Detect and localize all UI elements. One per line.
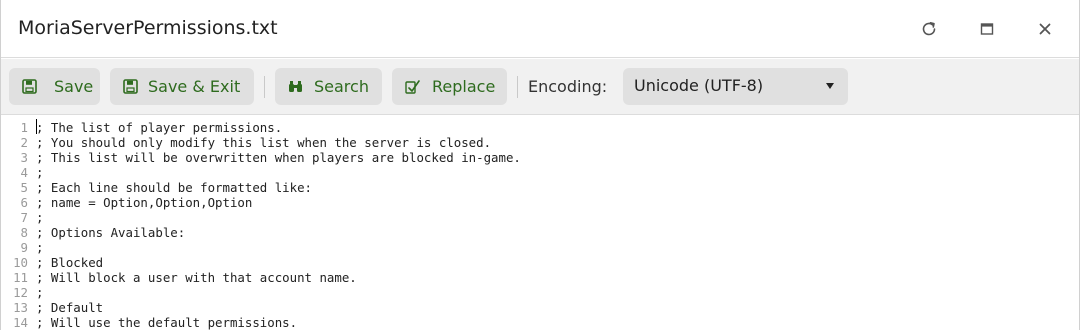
line-text: ; Each line should be formatted like: xyxy=(36,180,313,195)
refresh-button[interactable] xyxy=(917,17,941,41)
editor-line: 5 ; Each line should be formatted like: xyxy=(1,180,1079,195)
line-number: 5 xyxy=(20,180,28,195)
line-number: 7 xyxy=(20,210,28,225)
editor-line: 12; xyxy=(1,285,1079,300)
editor-line: 4; xyxy=(1,165,1079,180)
maximize-icon xyxy=(980,22,994,36)
close-button[interactable] xyxy=(1033,17,1057,41)
replace-icon xyxy=(404,79,420,95)
maximize-button[interactable] xyxy=(975,17,999,41)
replace-button[interactable]: Replace xyxy=(392,68,507,105)
line-number: 9 xyxy=(20,240,28,255)
line-number: 3 xyxy=(20,150,28,165)
save-exit-label: Save & Exit xyxy=(148,77,241,96)
line-text: ; Default xyxy=(36,300,104,315)
editor-line: 13 ; Default xyxy=(1,300,1079,315)
search-button[interactable]: Search xyxy=(275,68,382,105)
editor-line: 1 ; The list of player permissions. xyxy=(1,120,1079,135)
save-icon xyxy=(122,79,138,95)
editor-line: 9; xyxy=(1,240,1079,255)
toolbar-divider xyxy=(517,76,518,98)
line-text: ; xyxy=(36,285,44,300)
refresh-icon xyxy=(920,20,938,38)
encoding-label: Encoding: xyxy=(528,77,608,96)
line-text: ; This list will be overwritten when pla… xyxy=(36,150,521,165)
search-label: Search xyxy=(314,77,369,96)
close-icon xyxy=(1038,22,1052,36)
editor-line: 7; xyxy=(1,210,1079,225)
encoding-value: Unicode (UTF-8) xyxy=(634,76,764,95)
editor-line: 10 ; Blocked xyxy=(1,255,1079,270)
editor-line: 2 ; You should only modify this list when… xyxy=(1,135,1079,150)
toolbar-divider xyxy=(264,76,265,98)
line-text: ; Blocked xyxy=(36,255,104,270)
line-number: 12 xyxy=(13,285,28,300)
editor-line: 11 ; Will block a user with that account … xyxy=(1,270,1079,285)
replace-label: Replace xyxy=(432,77,496,96)
title-bar: MoriaServerPermissions.txt xyxy=(1,0,1079,58)
editor-line: 8 ; Options Available: xyxy=(1,225,1079,240)
line-number: 6 xyxy=(20,195,28,210)
window-title: MoriaServerPermissions.txt xyxy=(18,17,278,39)
line-number: 4 xyxy=(20,165,28,180)
save-button[interactable]: Save xyxy=(9,68,100,105)
line-text: ; You should only modify this list when … xyxy=(36,135,492,150)
binoculars-icon xyxy=(287,79,303,95)
line-text: ; Will block a user with that account na… xyxy=(36,270,357,285)
editor-line: 3 ; This list will be overwritten when pl… xyxy=(1,150,1079,165)
line-number: 2 xyxy=(20,135,28,150)
line-number: 13 xyxy=(13,300,28,315)
save-label: Save xyxy=(54,77,94,96)
save-exit-button[interactable]: Save & Exit xyxy=(110,68,254,105)
line-text: ; Will use the default permissions. xyxy=(36,315,298,330)
line-number: 11 xyxy=(13,270,28,285)
line-number: 1 xyxy=(20,120,28,135)
line-text: ; Options Available: xyxy=(36,225,186,240)
line-number: 14 xyxy=(13,315,28,330)
editor-line: 6 ; name = Option,Option,Option xyxy=(1,195,1079,210)
toolbar: Save Save & Exit Search Replace Encoding… xyxy=(1,59,1079,115)
line-text: ; The list of player permissions. xyxy=(36,120,283,135)
line-text: ; xyxy=(36,240,44,255)
chevron-down-icon xyxy=(826,83,834,89)
line-text: ; xyxy=(36,165,44,180)
save-icon xyxy=(21,79,37,95)
editor-window: MoriaServerPermissions.txt Save Save & E… xyxy=(0,0,1080,330)
line-text: ; name = Option,Option,Option xyxy=(36,195,253,210)
line-text: ; xyxy=(36,210,44,225)
text-editor[interactable]: 1 ; The list of player permissions. 2 ; You… xyxy=(1,116,1079,330)
line-number: 10 xyxy=(13,255,28,270)
encoding-select[interactable]: Unicode (UTF-8) xyxy=(623,68,848,105)
line-number: 8 xyxy=(20,225,28,240)
editor-line: 14 ; Will use the default permissions. xyxy=(1,315,1079,330)
